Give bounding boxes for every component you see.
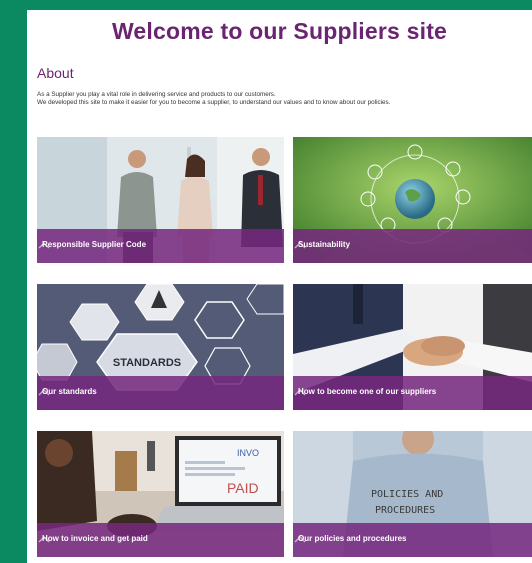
tile-label-band: Responsible Supplier Code [37, 229, 284, 263]
chevron-up-icon [294, 389, 306, 396]
chevron-up-icon [38, 242, 50, 249]
tile-label: How to become one of our suppliers [298, 387, 437, 396]
policies-image-text-2: PROCEDURES [375, 505, 435, 516]
invoice-image-text: INVO [237, 448, 259, 458]
tile-label-band: How to invoice and get paid [37, 523, 284, 557]
chevron-up-icon [294, 536, 306, 543]
tile-label: How to invoice and get paid [42, 534, 148, 543]
tile-our-standards[interactable]: STANDARDS Our standards [37, 284, 284, 410]
about-intro: As a Supplier you play a vital role in d… [37, 91, 529, 107]
policies-image-text-1: POLICIES AND [371, 489, 443, 500]
chevron-up-icon [294, 242, 306, 249]
chevron-up-icon [38, 536, 50, 543]
standards-image-text: STANDARDS [113, 357, 181, 369]
about-intro-line-1: As a Supplier you play a vital role in d… [37, 91, 276, 98]
tile-label: Our policies and procedures [298, 534, 407, 543]
tile-invoice-get-paid[interactable]: INVO PAID How to invoice and get paid [37, 431, 284, 557]
tile-label-band: Our standards [37, 376, 284, 410]
tile-label-band: Our policies and procedures [293, 523, 532, 557]
page-title: Welcome to our Suppliers site [111, 18, 448, 44]
tile-policies-procedures[interactable]: POLICIES AND PROCEDURES Our policies and… [293, 431, 532, 557]
about-heading: About [37, 65, 74, 81]
tile-label-band: Sustainability [293, 229, 532, 263]
tile-label-band: How to become one of our suppliers [293, 376, 532, 410]
about-intro-line-2: We developed this site to make it easier… [37, 99, 391, 106]
tile-sustainability[interactable]: Sustainability [293, 137, 532, 263]
tile-become-supplier[interactable]: How to become one of our suppliers [293, 284, 532, 410]
suppliers-page: Welcome to our Suppliers site About As a… [27, 10, 532, 563]
paid-stamp-text: PAID [227, 480, 259, 496]
tile-responsible-supplier-code[interactable]: Responsible Supplier Code [37, 137, 284, 263]
tile-label: Responsible Supplier Code [42, 240, 147, 249]
chevron-up-icon [38, 389, 50, 396]
